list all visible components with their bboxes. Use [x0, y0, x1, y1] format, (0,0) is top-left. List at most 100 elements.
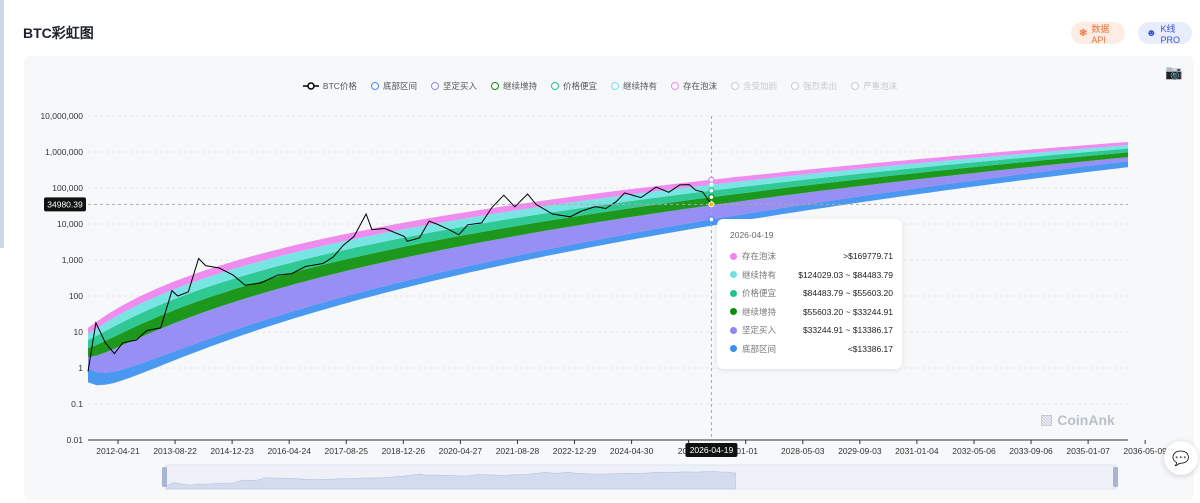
hover-dot	[708, 194, 715, 201]
coinank-logo-icon: ▧	[1040, 411, 1054, 427]
tooltip-row-value: <$13386.17	[847, 343, 893, 354]
tooltip-row: 坚定买入 $33244.91 ~ $13386.17	[730, 324, 893, 336]
x-tick-label: 2012-04-21	[96, 446, 140, 456]
tooltip-dot-icon	[730, 326, 737, 334]
hover-dot-price	[708, 201, 715, 208]
tooltip-row: 继续持有 $124029.03 ~ $84483.79	[730, 269, 893, 281]
chat-button[interactable]: 💬	[1164, 441, 1198, 475]
x-tick-label: 2029-09-03	[838, 446, 882, 456]
tooltip-row-name: 价格便宜	[742, 288, 777, 298]
x-tick-label: 2033-09-06	[1009, 446, 1053, 456]
legend-item[interactable]: 严重泡沫	[851, 78, 897, 94]
legend-label: 强烈卖出	[803, 81, 838, 91]
y-tick-label: 100	[69, 291, 83, 301]
tooltip-row: 存在泡沫 >$169779.71	[730, 250, 893, 262]
y-tick-label: 10	[74, 327, 84, 337]
coinank-watermark: ▧ CoinAnk	[1040, 411, 1115, 428]
x-tick-label: 2028-05-03	[781, 446, 825, 456]
x-tick-label: 2017-08-25	[325, 446, 369, 456]
legend-label: BTC价格	[322, 81, 357, 91]
hover-dot	[708, 216, 715, 223]
legend-marker-icon	[370, 82, 379, 90]
page: BTC彩虹图 ❃ 数据API ☻ K线 PRO 10,000,000 1,000,…	[0, 0, 1200, 503]
legend-marker-icon	[671, 82, 680, 90]
y-tick-label: 10,000,000	[40, 111, 83, 121]
y-tick-label: 0.01	[66, 435, 83, 445]
y-tick-label: 10,000	[57, 219, 83, 229]
legend-label: 存在泡沫	[683, 81, 718, 91]
legend-item[interactable]: 含受加剧	[731, 78, 777, 94]
y-tick-label: 0.1	[71, 399, 83, 409]
legend-marker-icon	[731, 82, 740, 90]
x-tick-label: 2014-12-23	[210, 446, 254, 456]
tooltip-dot-icon	[730, 308, 737, 315]
legend-item[interactable]: 价格便宜	[550, 78, 597, 94]
legend-marker-icon	[851, 82, 860, 90]
tooltip-row: 继续增持 $55603.20 ~ $33244.91	[730, 306, 893, 318]
chart-tooltip: 2026-04-19 存在泡沫 >$169779.71 继续持有 $124029.03…	[717, 219, 902, 369]
legend-item[interactable]: 继续增持	[490, 78, 537, 94]
legend-item[interactable]: 坚定买入	[430, 78, 477, 94]
legend-item[interactable]: 继续持有	[611, 78, 657, 94]
tooltip-row-value: $55603.20 ~ $33244.91	[802, 306, 893, 317]
x-tick-label: 2036-05-09	[1123, 446, 1167, 456]
tooltip-date: 2026-04-19	[730, 230, 774, 240]
y-tick-label: 100,000	[52, 183, 83, 193]
x-tick-label: 2031-01-04	[895, 446, 939, 456]
chart-legend: BTC价格 底部区间 坚定买入 继续增持 价格便宜 继续持有 存在泡沫 含受加剧 强烈卖出 严重泡…	[0, 78, 1200, 94]
legend-marker-icon	[490, 82, 499, 90]
tooltip-row-name: 底部区间	[742, 343, 777, 354]
legend-label: 继续持有	[623, 81, 658, 91]
watermark-text: CoinAnk	[1057, 411, 1115, 428]
x-tick-label: 2032-05-06	[952, 446, 996, 456]
rainbow-chart[interactable]: 10,000,0001,000,000100,00010,0001,000100…	[0, 0, 1200, 503]
y-tick-label: 1,000,000	[45, 147, 83, 157]
x-tick-label: 2016-04-24	[267, 446, 311, 456]
legend-marker-icon	[302, 82, 319, 90]
tooltip-row-name: 继续增持	[742, 306, 777, 317]
x-tick-label: 2024-04-30	[610, 446, 654, 456]
crosshair-x-label: 2026-04-19	[690, 445, 734, 455]
y-tick-label: 1	[78, 363, 83, 373]
legend-label: 价格便宜	[562, 81, 597, 91]
legend-label: 严重泡沫	[863, 81, 898, 91]
legend-marker-icon	[430, 82, 439, 90]
tooltip-row-value: $33244.91 ~ $13386.17	[802, 325, 893, 335]
x-tick-label: 2020-04-27	[439, 446, 483, 456]
tooltip-row-value: $84483.79 ~ $55603.20	[802, 288, 893, 298]
tooltip-row-value: >$169779.71	[843, 251, 893, 261]
tooltip-row: 价格便宜 $84483.79 ~ $55603.20	[730, 287, 893, 299]
hover-dot	[708, 187, 715, 194]
legend-label: 坚定买入	[442, 81, 477, 91]
x-tick-label: 2013-08-22	[153, 446, 197, 456]
tooltip-row: 底部区间 <$13386.17	[730, 343, 893, 355]
legend-item[interactable]: 底部区间	[370, 78, 417, 94]
crosshair-y-label: 34980.39	[47, 199, 83, 209]
legend-item[interactable]: BTC价格	[302, 78, 357, 94]
tooltip-dot-icon	[730, 271, 737, 278]
y-tick-label: 1,000	[62, 255, 84, 265]
tooltip-row-name: 存在泡沫	[742, 251, 777, 261]
tooltip-row-value: $124029.03 ~ $84483.79	[798, 269, 893, 280]
legend-label: 继续增持	[502, 81, 537, 91]
tooltip-row-name: 坚定买入	[742, 325, 777, 335]
chat-icon: 💬	[1172, 449, 1190, 466]
legend-item[interactable]: 强烈卖出	[791, 78, 837, 94]
tooltip-dot-icon	[730, 289, 737, 297]
legend-marker-icon	[550, 82, 559, 90]
legend-label: 底部区间	[382, 81, 417, 91]
x-tick-label: 2035-01-07	[1066, 446, 1110, 456]
hover-dot	[708, 176, 715, 183]
legend-marker-icon	[791, 82, 800, 90]
zoom-handle-left[interactable]	[162, 467, 167, 487]
zoom-handle-right[interactable]	[1113, 467, 1118, 487]
tooltip-row-name: 继续持有	[742, 269, 777, 280]
x-tick-label: 2021-08-28	[496, 446, 540, 456]
x-tick-label: 2018-12-26	[382, 446, 426, 456]
tooltip-dot-icon	[730, 345, 737, 352]
hover-dot	[708, 181, 715, 188]
tooltip-dot-icon	[730, 252, 737, 260]
legend-item[interactable]: 存在泡沫	[671, 78, 717, 94]
x-tick-label: 2022-12-29	[553, 446, 597, 456]
legend-label: 含受加剧	[743, 81, 778, 91]
